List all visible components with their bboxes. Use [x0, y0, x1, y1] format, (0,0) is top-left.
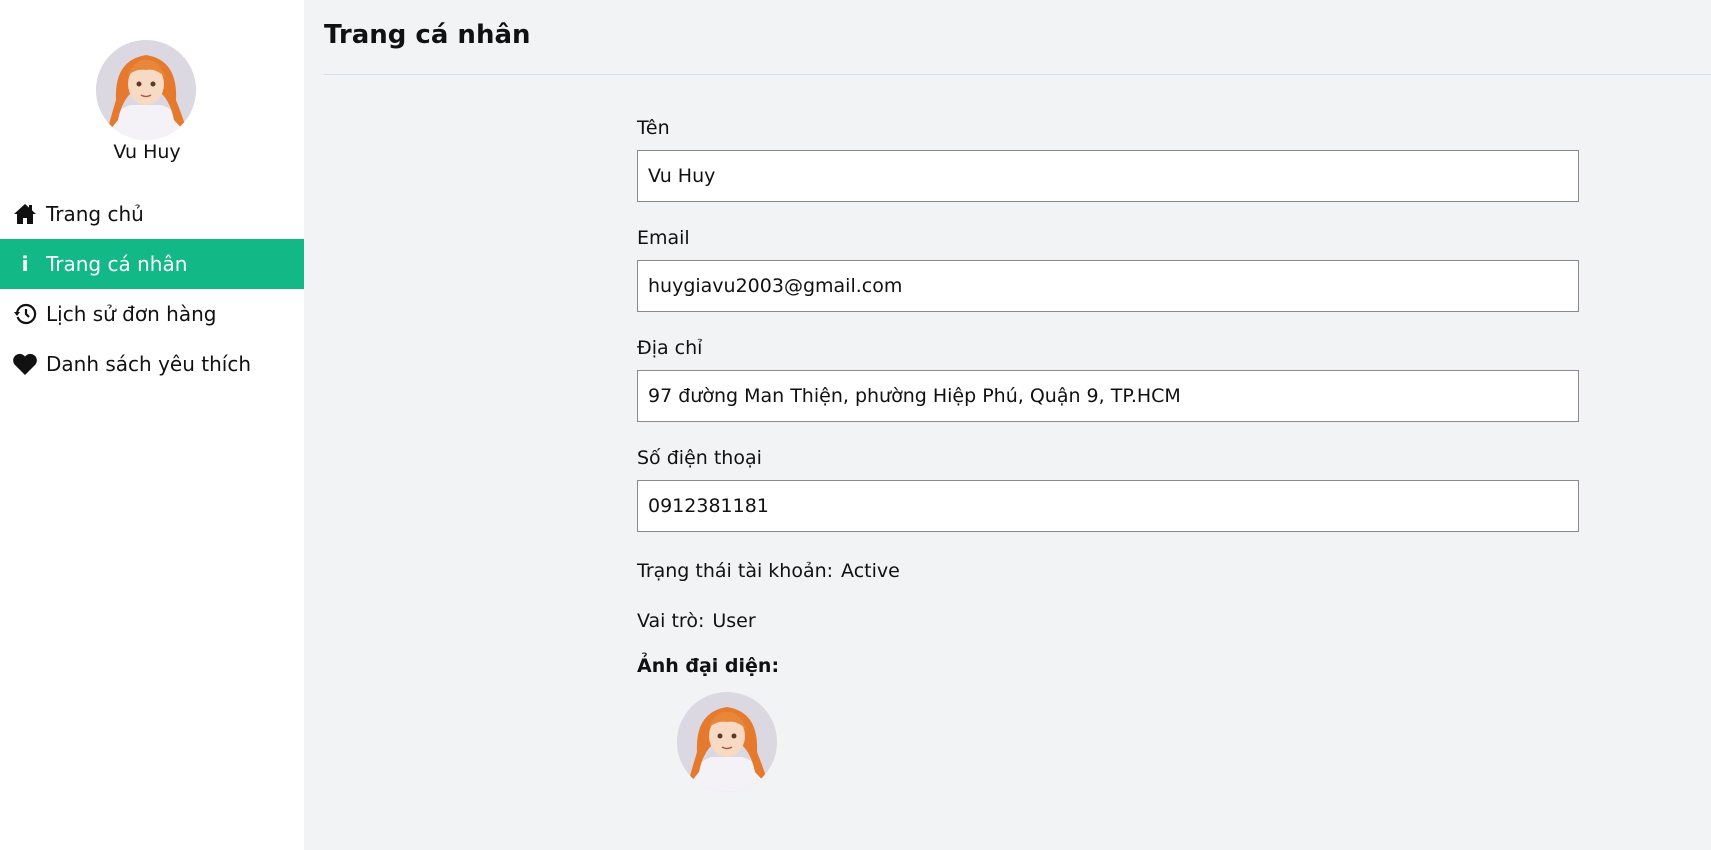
- account-status: Trạng thái tài khoản: Active: [637, 546, 1579, 596]
- profile-form: Tên Email Địa chỉ Số điện thoại Trạng th…: [637, 114, 1579, 792]
- account-status-label: Trạng thái tài khoản:: [637, 560, 834, 582]
- sidebar-item-wishlist[interactable]: Danh sách yêu thích: [0, 339, 304, 389]
- sidebar-item-home[interactable]: Trang chủ: [0, 189, 304, 239]
- sidebar: Vu Huy Trang chủ i Trang cá nhân Lịch sử…: [0, 0, 304, 850]
- name-field: Tên: [637, 114, 1579, 202]
- sidebar-item-label: Trang cá nhân: [46, 252, 188, 276]
- address-label: Địa chỉ: [637, 337, 703, 359]
- phone-label: Số điện thoại: [637, 447, 762, 469]
- user-name: Vu Huy: [113, 141, 181, 163]
- sidebar-item-order-history[interactable]: Lịch sử đơn hàng: [0, 289, 304, 339]
- user-avatar: [96, 40, 196, 140]
- account-role-label: Vai trò:: [637, 610, 705, 632]
- profile-avatar-image: [677, 692, 777, 792]
- history-icon: [12, 301, 38, 327]
- sidebar-item-label: Danh sách yêu thích: [46, 352, 251, 376]
- phone-field: Số điện thoại: [637, 444, 1579, 532]
- info-icon: i: [21, 252, 29, 276]
- address-input[interactable]: [637, 370, 1579, 422]
- sidebar-item-profile[interactable]: i Trang cá nhân: [0, 239, 304, 289]
- sidebar-item-label: Trang chủ: [46, 202, 144, 226]
- email-field: Email: [637, 224, 1579, 312]
- name-label: Tên: [637, 117, 670, 139]
- sidebar-item-label: Lịch sử đơn hàng: [46, 302, 217, 326]
- email-input[interactable]: [637, 260, 1579, 312]
- sidebar-nav: Trang chủ i Trang cá nhân Lịch sử đơn hà…: [0, 189, 304, 389]
- account-role: Vai trò: User: [637, 596, 1579, 646]
- email-label: Email: [637, 227, 690, 249]
- name-input[interactable]: [637, 150, 1579, 202]
- account-status-value: Active: [841, 560, 900, 582]
- page-title: Trang cá nhân: [324, 20, 531, 50]
- heart-icon: [12, 351, 38, 377]
- main-content: Trang cá nhân Tên Email Địa chỉ Số điện …: [324, 0, 1711, 850]
- title-divider: [324, 74, 1711, 75]
- phone-input[interactable]: [637, 480, 1579, 532]
- address-field: Địa chỉ: [637, 334, 1579, 422]
- avatar-label: Ảnh đại diện:: [637, 655, 780, 677]
- account-role-value: User: [712, 610, 756, 632]
- home-icon: [12, 201, 38, 227]
